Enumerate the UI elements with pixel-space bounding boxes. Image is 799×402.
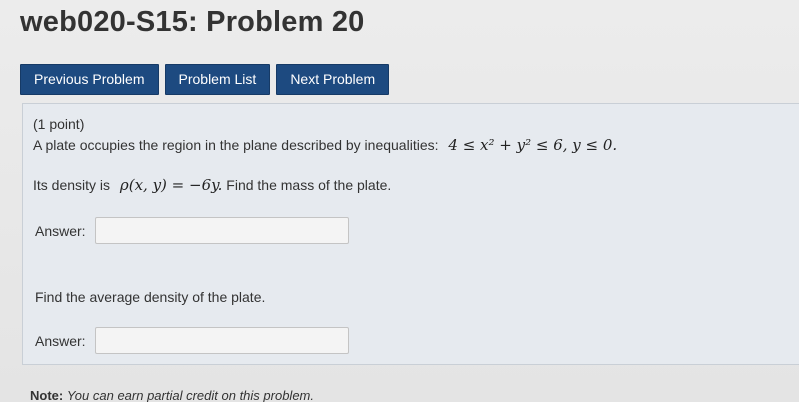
problem-nav: Previous Problem Problem List Next Probl… [20, 64, 390, 95]
answer-label-average-density: Answer: [35, 332, 86, 349]
page: web020-S15: Problem 20 Previous Problem … [0, 0, 799, 402]
note-label: Note: [30, 388, 64, 402]
statement-text: A plate occupies the region in the plane… [33, 137, 439, 153]
next-problem-button[interactable]: Next Problem [276, 64, 390, 95]
region-inequality: 4 ≤ x² + y² ≤ 6, y ≤ 0. [448, 136, 618, 154]
problem-box: (1 point) A plate occupies the region in… [22, 103, 799, 365]
density-prefix: Its density is [33, 177, 111, 193]
mass-answer-input[interactable] [95, 217, 349, 244]
answer-row-mass: Answer: [35, 217, 349, 244]
density-statement: Its density is ρ(x, y) = −6y. Find the m… [33, 176, 391, 194]
average-density-answer-input[interactable] [95, 327, 349, 354]
page-title: web020-S15: Problem 20 [20, 6, 365, 38]
problem-points: (1 point) [33, 116, 85, 132]
answer-row-average-density: Answer: [35, 327, 349, 354]
density-question: Find the mass of the plate. [226, 177, 392, 193]
note-text: You can earn partial credit on this prob… [66, 388, 314, 402]
problem-list-button[interactable]: Problem List [164, 64, 271, 95]
partial-credit-note: Note: You can earn partial credit on thi… [30, 388, 314, 402]
density-function: ρ(x, y) = −6y. [119, 176, 223, 194]
answer-label-mass: Answer: [35, 222, 86, 239]
problem-statement: A plate occupies the region in the plane… [33, 136, 617, 154]
average-density-question: Find the average density of the plate. [35, 289, 266, 305]
previous-problem-button[interactable]: Previous Problem [20, 64, 159, 95]
